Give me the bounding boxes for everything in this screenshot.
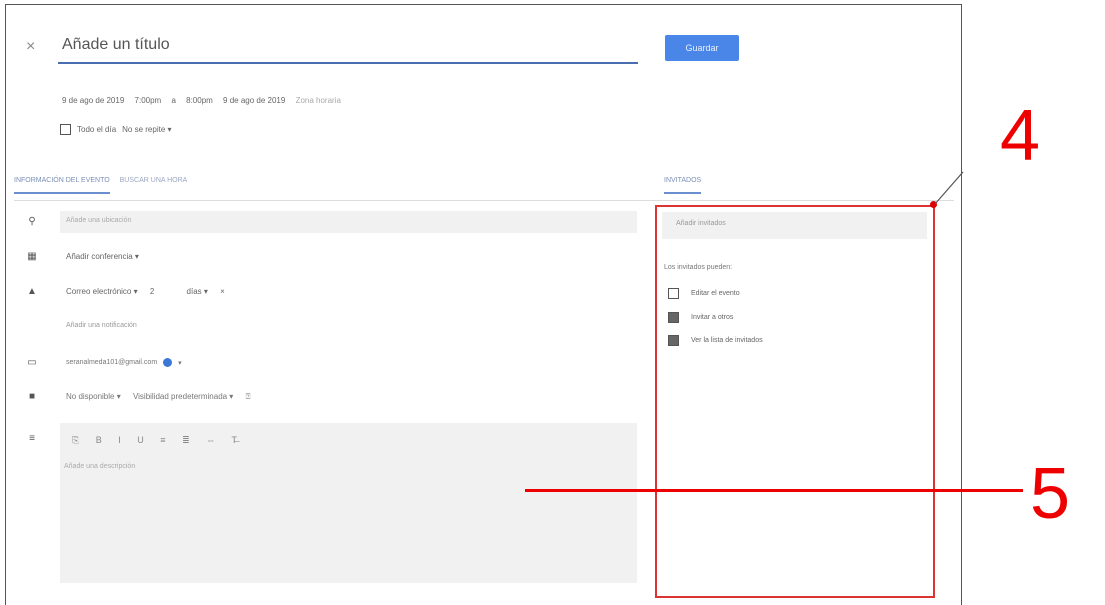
start-time-field[interactable]: 7:00pm bbox=[135, 96, 162, 105]
notification-value-input[interactable]: 2 bbox=[150, 287, 154, 296]
all-day-label: Todo el día bbox=[77, 125, 117, 134]
all-day-row: Todo el día No se repite ▾ bbox=[60, 124, 172, 135]
repeat-dropdown[interactable]: No se repite ▾ bbox=[122, 125, 171, 134]
notification-type-dropdown[interactable]: Correo electrónico ▾ bbox=[66, 287, 138, 296]
location-input[interactable] bbox=[60, 211, 637, 233]
visibility-dropdown[interactable]: Visibilidad predeterminada ▾ bbox=[133, 392, 233, 401]
clear-format-icon[interactable]: T̶ bbox=[231, 435, 237, 445]
date-separator: a bbox=[171, 96, 176, 105]
briefcase-icon: ■ bbox=[28, 391, 36, 402]
add-notification-link[interactable]: Añadir una notificación bbox=[66, 322, 137, 329]
title-underline bbox=[58, 62, 638, 64]
add-conference-dropdown[interactable]: Añadir conferencia ▾ bbox=[66, 252, 139, 261]
start-date-field[interactable]: 9 de ago de 2019 bbox=[62, 96, 124, 105]
tab-find-time[interactable]: BUSCAR UNA HORA bbox=[120, 177, 188, 184]
close-icon[interactable]: × bbox=[26, 38, 35, 56]
date-time-row: 9 de ago de 2019 7:00pm a 8:00pm 9 de ag… bbox=[62, 96, 349, 105]
save-button[interactable]: Guardar bbox=[665, 35, 739, 61]
remove-notification-icon[interactable]: × bbox=[220, 287, 225, 296]
location-placeholder: Añade una ubicación bbox=[66, 217, 132, 224]
end-date-field[interactable]: 9 de ago de 2019 bbox=[223, 96, 285, 105]
bold-icon[interactable]: B bbox=[96, 435, 102, 445]
conference-icon: ▦ bbox=[27, 251, 37, 262]
end-time-field[interactable]: 8:00pm bbox=[186, 96, 213, 105]
calendar-color-icon[interactable] bbox=[163, 358, 173, 367]
annotation-label-5: 5 bbox=[1030, 454, 1071, 534]
tab-event-details[interactable]: INFORMACIÓN DEL EVENTO bbox=[14, 177, 110, 194]
underline-icon[interactable]: U bbox=[137, 435, 144, 445]
event-title-input[interactable]: Añade un título bbox=[62, 36, 170, 54]
calendar-email: seranalmeda101@gmail.com bbox=[66, 359, 158, 366]
calendar-selector[interactable]: seranalmeda101@gmail.com ▾ bbox=[66, 358, 182, 367]
calendar-icon: ▭ bbox=[27, 357, 37, 368]
timezone-link[interactable]: Zona horaria bbox=[296, 96, 341, 105]
location-pin-icon: ⚲ bbox=[28, 216, 36, 227]
tabs-divider bbox=[14, 200, 954, 201]
guests-panel-highlight bbox=[655, 205, 935, 598]
italic-icon[interactable]: I bbox=[118, 435, 121, 445]
notification-unit-dropdown[interactable]: días ▾ bbox=[187, 287, 208, 296]
availability-dropdown[interactable]: No disponible ▾ bbox=[66, 392, 121, 401]
bell-icon: ▲ bbox=[27, 286, 37, 297]
chevron-down-icon[interactable]: ▾ bbox=[178, 359, 182, 367]
detail-tabs: INFORMACIÓN DEL EVENTO BUSCAR UNA HORA bbox=[14, 177, 187, 194]
annotation-label-4: 4 bbox=[1000, 96, 1041, 176]
annotation-pointer-line bbox=[934, 171, 964, 205]
link-icon[interactable]: ⇔ bbox=[206, 435, 215, 445]
attachment-icon[interactable]: ⎘ bbox=[72, 435, 79, 445]
notification-row: Correo electrónico ▾ 2 días ▾ × bbox=[66, 287, 235, 296]
annotation-line-5 bbox=[525, 489, 1023, 492]
description-icon: ≡ bbox=[29, 433, 35, 444]
bulleted-list-icon[interactable]: ≣ bbox=[182, 435, 190, 445]
tab-guests[interactable]: INVITADOS bbox=[664, 177, 702, 194]
formatting-toolbar: ⎘ B I U ≡ ≣ ⇔ T̶ bbox=[72, 435, 251, 446]
availability-row: No disponible ▾ Visibilidad predetermina… bbox=[66, 392, 260, 402]
all-day-checkbox[interactable] bbox=[60, 124, 71, 135]
description-placeholder: Añade una descripción bbox=[64, 463, 136, 470]
help-icon[interactable]: ⍰ bbox=[246, 392, 251, 401]
numbered-list-icon[interactable]: ≡ bbox=[160, 435, 165, 445]
description-editor[interactable] bbox=[60, 423, 637, 583]
